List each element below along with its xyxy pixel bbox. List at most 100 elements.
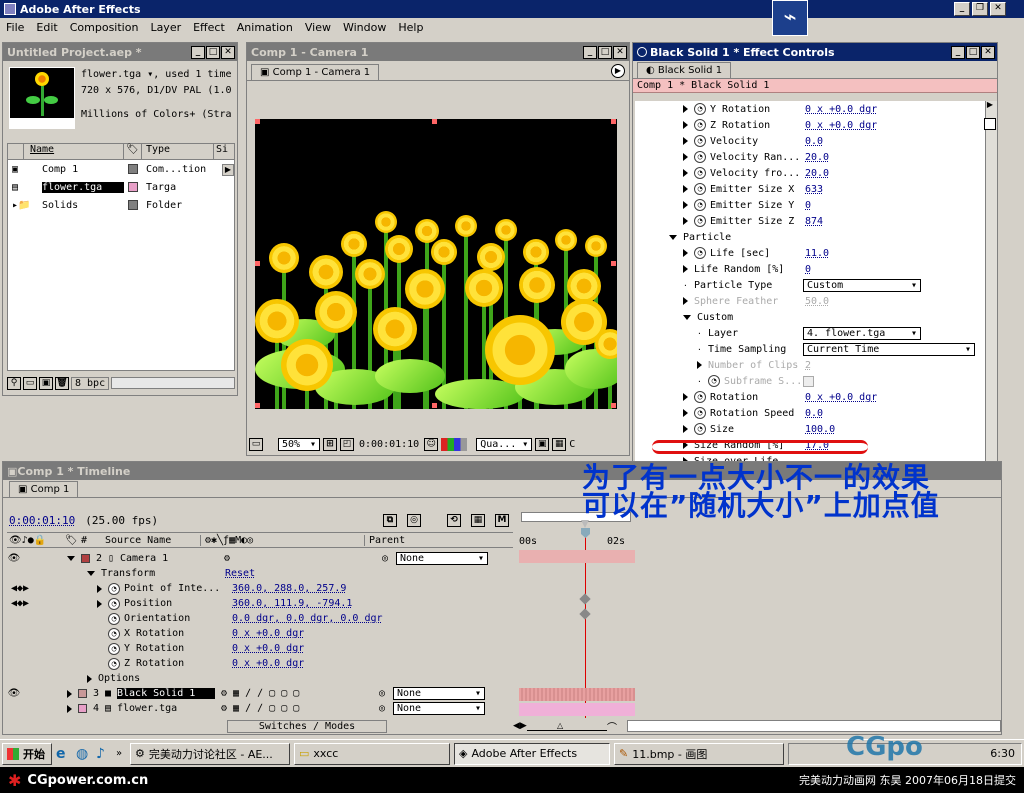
parent-pick-whip-icon[interactable]: ◎ bbox=[379, 688, 393, 699]
prop-stopwatch-icon[interactable]: ◔ bbox=[108, 657, 120, 670]
project-minimize-button[interactable]: _ bbox=[191, 45, 205, 59]
property-checkbox[interactable] bbox=[803, 375, 814, 387]
project-item[interactable]: ▸📁 Solids Folder bbox=[8, 196, 234, 214]
effect-property-row[interactable]: ◔ Emitter Size Z 874 bbox=[635, 213, 985, 229]
layer-bar-flower[interactable] bbox=[519, 703, 635, 716]
layer-expand-arrow-icon[interactable] bbox=[67, 689, 72, 698]
effect-property-row[interactable]: · Time Sampling Current Time ▾ bbox=[635, 341, 985, 357]
property-value[interactable]: 0 x +0.0 dgr bbox=[805, 104, 877, 115]
layer-name[interactable]: Camera 1 bbox=[120, 553, 218, 564]
timeline-layer-row[interactable]: 4 ▤ flower.tga ⚙ ▦ ∕ ∕ ▢ ▢ ▢ ◎ None ▾ bbox=[7, 701, 513, 716]
close-button[interactable]: ✕ bbox=[990, 2, 1006, 16]
effect-property-row[interactable]: ◔ Rotation Speed 0.0 bbox=[635, 405, 985, 421]
layer-switches[interactable]: ⚙ ▦ ∕ ∕ ▢ ▢ ▢ bbox=[215, 688, 379, 699]
property-value[interactable]: 100.0 bbox=[805, 424, 835, 435]
effect-property-row[interactable]: Particle bbox=[635, 229, 985, 245]
label-swatch[interactable] bbox=[128, 182, 138, 192]
stopwatch-icon[interactable]: ◔ bbox=[694, 407, 706, 419]
transform-property-row[interactable]: ◔ Orientation 0.0 dgr, 0.0 dgr, 0.0 dgr bbox=[7, 611, 513, 626]
prop-stopwatch-icon[interactable]: ◔ bbox=[108, 582, 120, 595]
effect-property-row[interactable]: ◔ Size 100.0 bbox=[635, 421, 985, 437]
transform-reset-link[interactable]: Reset bbox=[225, 568, 255, 579]
canvas-handle[interactable] bbox=[255, 119, 260, 124]
timeline-current-time[interactable]: 0:00:01:10 bbox=[9, 514, 75, 527]
stopwatch-icon[interactable]: ◔ bbox=[694, 135, 706, 147]
menu-effect[interactable]: Effect bbox=[193, 21, 225, 35]
expand-arrow-icon[interactable] bbox=[697, 361, 702, 369]
stopwatch-icon[interactable]: ◔ bbox=[694, 199, 706, 211]
find-icon[interactable]: ⚲ bbox=[7, 376, 21, 390]
stopwatch-icon[interactable]: ◔ bbox=[708, 375, 720, 387]
effects-side-icon[interactable] bbox=[984, 118, 996, 130]
layer-bar-camera[interactable] bbox=[519, 550, 635, 563]
layer-hscroll[interactable] bbox=[7, 720, 227, 732]
project-close-button[interactable]: ✕ bbox=[221, 45, 235, 59]
property-value[interactable]: 11.0 bbox=[805, 248, 829, 259]
quicklaunch-ie-icon[interactable]: e bbox=[56, 746, 72, 762]
prop-stopwatch-icon[interactable]: ◔ bbox=[108, 627, 120, 640]
stopwatch-icon[interactable]: ◔ bbox=[694, 183, 706, 195]
layer-bar-solid[interactable] bbox=[519, 688, 635, 701]
effect-property-row[interactable]: · Particle Type Custom ▾ bbox=[635, 277, 985, 293]
expand-arrow-icon[interactable] bbox=[683, 265, 688, 273]
layer-expand-arrow-icon[interactable] bbox=[67, 556, 75, 561]
expand-arrow-icon[interactable] bbox=[683, 297, 688, 305]
expand-arrow-icon[interactable] bbox=[683, 185, 688, 193]
transparency-grid-icon[interactable]: ▦ bbox=[552, 437, 567, 451]
effects-close-button[interactable]: ✕ bbox=[981, 45, 995, 59]
effect-property-row[interactable]: · ◔ Subframe S... bbox=[635, 373, 985, 389]
effect-property-row[interactable]: · Layer 4. flower.tga ▾ bbox=[635, 325, 985, 341]
timeline-layer-row[interactable]: 👁 2 ▯ Camera 1 ⚙ ◎ None ▾ bbox=[7, 551, 513, 566]
expand-arrow-icon[interactable] bbox=[683, 425, 688, 433]
effect-property-row[interactable]: ◔ Emitter Size Y 0 bbox=[635, 197, 985, 213]
expand-arrow-icon[interactable] bbox=[683, 201, 688, 209]
menu-help[interactable]: Help bbox=[398, 21, 423, 35]
comp-canvas[interactable] bbox=[255, 119, 617, 409]
expand-arrow-icon[interactable] bbox=[683, 137, 688, 145]
transform-property-row[interactable]: ◔ X Rotation 0 x +0.0 dgr bbox=[7, 626, 513, 641]
keyframe-position[interactable] bbox=[579, 608, 591, 620]
transform-prop-value[interactable]: 0.0 dgr, 0.0 dgr, 0.0 dgr bbox=[232, 613, 383, 624]
new-comp-icon[interactable]: ▣ bbox=[39, 376, 53, 390]
effects-minimize-button[interactable]: _ bbox=[951, 45, 965, 59]
viewer-close-button[interactable]: ✕ bbox=[613, 45, 627, 59]
stopwatch-icon[interactable]: ◔ bbox=[694, 247, 706, 259]
live-update-icon[interactable]: ◎ bbox=[407, 513, 421, 527]
quality-select[interactable]: Qua... ▾ bbox=[476, 437, 533, 451]
tab-timeline-comp[interactable]: ▣ Comp 1 bbox=[9, 481, 79, 497]
expand-arrow-icon[interactable] bbox=[683, 105, 688, 113]
options-row[interactable]: Options bbox=[7, 671, 513, 686]
collapse-arrow-icon[interactable] bbox=[683, 314, 691, 320]
prop-stopwatch-icon[interactable]: ◔ bbox=[108, 612, 120, 625]
property-value[interactable]: 0 bbox=[805, 200, 811, 211]
label-swatch[interactable] bbox=[128, 200, 138, 210]
frame-blend-icon[interactable]: ▦ bbox=[471, 513, 485, 527]
effect-property-row[interactable]: Life Random [%] 0 bbox=[635, 261, 985, 277]
expand-arrow-icon[interactable] bbox=[683, 169, 688, 177]
menu-layer[interactable]: Layer bbox=[150, 21, 181, 35]
property-value[interactable]: 50.0 bbox=[805, 296, 829, 307]
parent-pick-whip-icon[interactable]: ◎ bbox=[382, 553, 396, 564]
timeline-hscroll[interactable] bbox=[627, 720, 1001, 732]
transform-prop-value[interactable]: 0 x +0.0 dgr bbox=[232, 628, 304, 639]
stopwatch-icon[interactable]: ◔ bbox=[694, 167, 706, 179]
viewer-menu-arrow-icon[interactable]: ▶ bbox=[611, 64, 625, 78]
canvas-handle[interactable] bbox=[611, 261, 616, 266]
parent-select[interactable]: None ▾ bbox=[393, 687, 485, 700]
property-value[interactable]: 20.0 bbox=[805, 152, 829, 163]
expand-arrow-icon[interactable] bbox=[683, 409, 688, 417]
always-preview-icon[interactable]: ▭ bbox=[249, 437, 263, 451]
layer-label-swatch[interactable] bbox=[78, 704, 87, 713]
viewer-maximize-button[interactable]: □ bbox=[598, 45, 612, 59]
source-name-header[interactable]: Source Name bbox=[103, 534, 201, 546]
property-value[interactable]: 633 bbox=[805, 184, 823, 195]
region-icon[interactable]: ▣ bbox=[535, 437, 550, 451]
transform-property-row[interactable]: ◔ Z Rotation 0 x +0.0 dgr bbox=[7, 656, 513, 671]
tab-black-solid[interactable]: ◐ Black Solid 1 bbox=[637, 62, 732, 78]
effect-property-row[interactable]: ◔ Velocity fro... 20.0 bbox=[635, 165, 985, 181]
transform-row[interactable]: Transform Reset bbox=[7, 566, 513, 581]
property-value[interactable]: 0.0 bbox=[805, 408, 823, 419]
prop-stopwatch-icon[interactable]: ◔ bbox=[108, 597, 120, 610]
canvas-handle[interactable] bbox=[255, 403, 260, 408]
transform-property-row[interactable]: ◀◆▶ ◔ Point of Inte... 360.0, 288.0, 257.9 bbox=[7, 581, 513, 596]
